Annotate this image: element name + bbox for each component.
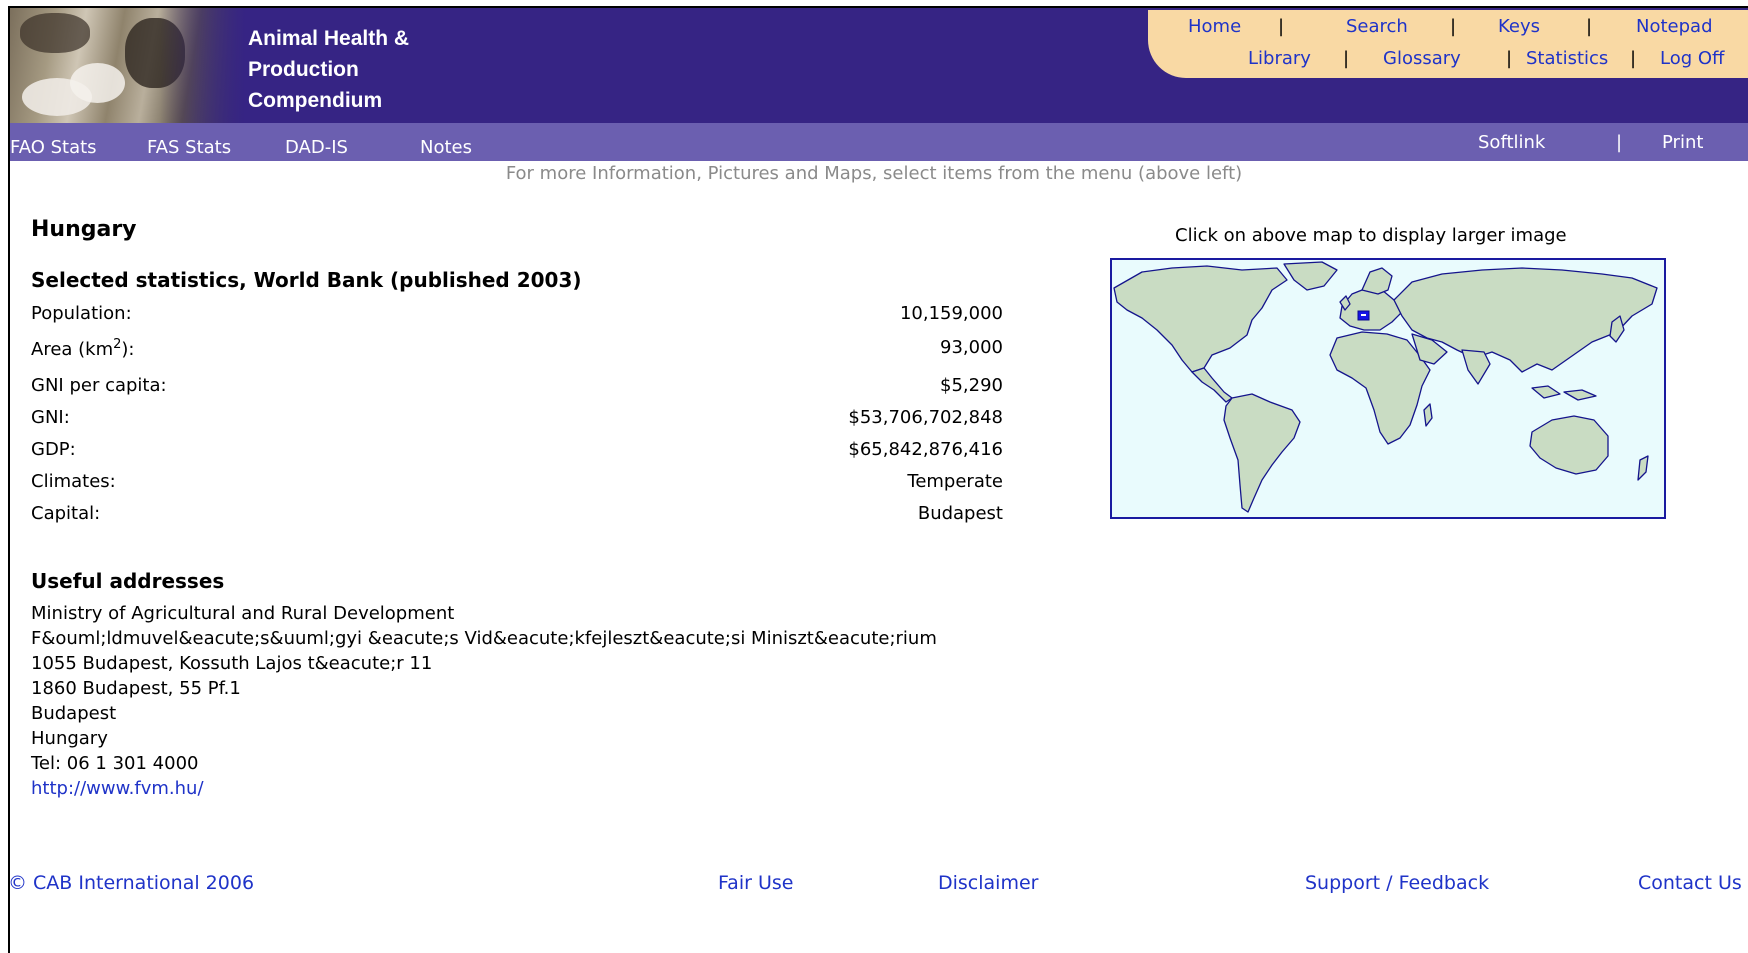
stat-value: $53,706,702,848: [848, 407, 1003, 428]
country-title: Hungary: [31, 217, 137, 242]
world-map[interactable]: [1110, 258, 1666, 519]
stat-row-population: Population: 10,159,000: [31, 303, 1003, 331]
nav-separator: |: [1278, 16, 1285, 37]
address-line: F&ouml;ldmuvel&eacute;s&uuml;gyi &eacute…: [31, 628, 937, 649]
address-line: Ministry of Agricultural and Rural Devel…: [31, 603, 455, 624]
address-block: Ministry of Agricultural and Rural Devel…: [31, 601, 937, 801]
top-navigation: Home | Search | Keys | Notepad Library |…: [1148, 10, 1748, 78]
footer-copyright-link[interactable]: © CAB International 2006: [8, 872, 254, 894]
stat-row-gni: GNI: $53,706,702,848: [31, 407, 1003, 435]
menu-bar: FAO Stats FAS Stats DAD-IS Notes Softlin…: [10, 123, 1748, 161]
stat-value: 10,159,000: [899, 303, 1003, 324]
stat-row-gni-per-capita: GNI per capita: $5,290: [31, 375, 1003, 403]
menu-print[interactable]: Print: [1662, 132, 1703, 153]
nav-glossary-link[interactable]: Glossary: [1383, 48, 1461, 69]
stat-row-capital: Capital: Budapest: [31, 503, 1003, 531]
menu-fas-stats[interactable]: FAS Stats: [147, 137, 231, 158]
ministry-website-link[interactable]: http://www.fvm.hu/: [31, 776, 937, 801]
world-map-graphic: [1112, 260, 1664, 517]
stat-label: Area (km2):: [31, 337, 135, 360]
menu-separator: |: [1616, 132, 1623, 153]
stats-heading: Selected statistics, World Bank (publish…: [31, 268, 582, 292]
stat-label: Population:: [31, 303, 132, 324]
nav-statistics-link[interactable]: Statistics: [1526, 48, 1608, 69]
banner-photo-livestock: [10, 8, 246, 123]
stat-value: $65,842,876,416: [848, 439, 1003, 460]
stat-label: Climates:: [31, 471, 116, 492]
stat-value: $5,290: [940, 375, 1003, 396]
footer-contact-link[interactable]: Contact Us: [1638, 872, 1742, 894]
stat-row-climates: Climates: Temperate: [31, 471, 1003, 499]
nav-notepad-link[interactable]: Notepad: [1636, 16, 1713, 37]
stat-label: GDP:: [31, 439, 76, 460]
nav-keys-link[interactable]: Keys: [1498, 16, 1540, 37]
menu-softlink[interactable]: Softlink: [1478, 132, 1545, 153]
address-line: Budapest: [31, 703, 117, 724]
app-title: Animal Health & Production Compendium: [248, 27, 410, 112]
nav-library-link[interactable]: Library: [1248, 48, 1311, 69]
nav-separator: |: [1630, 48, 1637, 69]
address-line: Tel: 06 1 301 4000: [31, 753, 199, 774]
nav-home-link[interactable]: Home: [1188, 16, 1241, 37]
footer-support-feedback-link[interactable]: Support / Feedback: [1305, 872, 1489, 894]
menu-notes[interactable]: Notes: [420, 137, 472, 158]
map-caption: Click on above map to display larger ima…: [1175, 225, 1567, 246]
addresses-heading: Useful addresses: [31, 569, 225, 593]
address-line: 1055 Budapest, Kossuth Lajos t&eacute;r …: [31, 653, 433, 674]
nav-separator: |: [1506, 48, 1513, 69]
nav-separator: |: [1450, 16, 1457, 37]
stat-value: 93,000: [940, 337, 1003, 358]
stat-value: Temperate: [907, 471, 1003, 492]
address-line: Hungary: [31, 728, 108, 749]
stat-value: Budapest: [917, 503, 1003, 524]
footer-disclaimer-link[interactable]: Disclaimer: [938, 872, 1038, 894]
stat-label: GNI:: [31, 407, 70, 428]
stat-row-area: Area (km2): 93,000: [31, 337, 1003, 365]
menu-dad-is[interactable]: DAD-IS: [285, 137, 348, 158]
nav-search-link[interactable]: Search: [1346, 16, 1408, 37]
stat-label: Capital:: [31, 503, 101, 524]
footer-fair-use-link[interactable]: Fair Use: [718, 872, 793, 894]
stat-label: GNI per capita:: [31, 375, 167, 396]
address-line: 1860 Budapest, 55 Pf.1: [31, 678, 241, 699]
instruction-text: For more Information, Pictures and Maps,…: [505, 163, 1243, 184]
stat-row-gdp: GDP: $65,842,876,416: [31, 439, 1003, 467]
nav-separator: |: [1343, 48, 1350, 69]
nav-logoff-link[interactable]: Log Off: [1660, 48, 1724, 69]
menu-fao-stats[interactable]: FAO Stats: [10, 137, 97, 158]
nav-separator: |: [1586, 16, 1593, 37]
